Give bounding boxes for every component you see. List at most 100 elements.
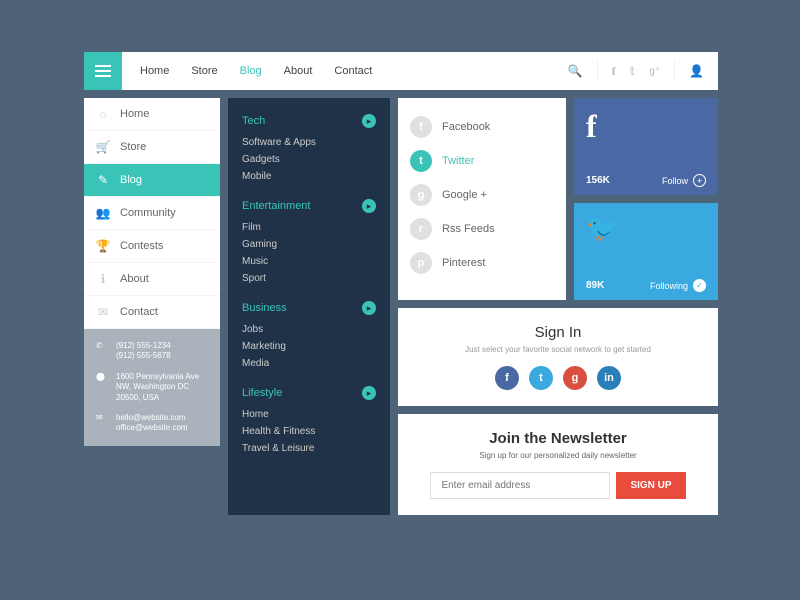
signin-linkedin-button[interactable]: in xyxy=(597,366,621,390)
contact-email: office@website.com xyxy=(116,423,188,433)
sidebar-item-home[interactable]: ⌂ Home xyxy=(84,98,220,131)
signin-title: Sign In xyxy=(414,324,702,341)
pinterest-icon: p xyxy=(410,252,432,274)
social-item-label: Pinterest xyxy=(442,257,485,269)
category-sub-item[interactable]: Jobs xyxy=(242,321,376,338)
contact-phone: (912) 555-5678 xyxy=(116,351,171,361)
signin-facebook-button[interactable]: f xyxy=(495,366,519,390)
category-sub-item[interactable]: Travel & Leisure xyxy=(242,440,376,457)
twitter-icon[interactable]: 𝕥 xyxy=(630,64,636,78)
sidebar-item-contact[interactable]: ✉ Contact xyxy=(84,296,220,329)
plus-icon: + xyxy=(693,174,706,187)
chevron-right-icon: ▸ xyxy=(362,386,376,400)
category-sub-item[interactable]: Home xyxy=(242,406,376,423)
hamburger-menu-button[interactable] xyxy=(84,52,122,90)
info-icon: ℹ xyxy=(96,272,110,286)
twitter-following-button[interactable]: Following ✓ xyxy=(650,279,706,292)
facebook-icon: f xyxy=(410,116,432,138)
newsletter-panel: Join the Newsletter Sign up for our pers… xyxy=(398,414,718,515)
topnav-item-blog[interactable]: Blog xyxy=(240,65,262,77)
category-sub-item[interactable]: Sport xyxy=(242,270,376,287)
category-sub-item[interactable]: Mobile xyxy=(242,168,376,185)
facebook-count: 156K xyxy=(586,175,610,186)
facebook-icon[interactable]: f xyxy=(612,64,616,79)
mail-icon: ✉ xyxy=(96,305,110,319)
sidebar-item-about[interactable]: ℹ About xyxy=(84,263,220,296)
twitter-card: 🐦 89K Following ✓ xyxy=(574,203,718,300)
category-header-entertainment[interactable]: Entertainment▸ xyxy=(242,199,376,213)
category-sub-item[interactable]: Gadgets xyxy=(242,151,376,168)
sidebar-item-label: Home xyxy=(120,108,149,120)
signin-googleplus-button[interactable]: g xyxy=(563,366,587,390)
people-icon: 👥 xyxy=(96,206,110,220)
newsletter-subtitle: Sign up for our personalized daily newsl… xyxy=(414,451,702,460)
facebook-follow-button[interactable]: Follow + xyxy=(662,174,706,187)
category-sub-item[interactable]: Health & Fitness xyxy=(242,423,376,440)
category-sub-item[interactable]: Media xyxy=(242,355,376,372)
social-item-label: Twitter xyxy=(442,155,474,167)
category-header-lifestyle[interactable]: Lifestyle▸ xyxy=(242,386,376,400)
social-item-google[interactable]: g Google + xyxy=(410,178,554,212)
category-panel: Tech▸ Software & AppsGadgetsMobile Enterta… xyxy=(228,98,390,515)
social-item-label: Google + xyxy=(442,189,487,201)
sidebar-item-community[interactable]: 👥 Community xyxy=(84,197,220,230)
contact-email: hello@website.com xyxy=(116,413,188,423)
google-icon: g xyxy=(410,184,432,206)
social-item-twitter[interactable]: t Twitter xyxy=(410,144,554,178)
newsletter-title: Join the Newsletter xyxy=(414,430,702,447)
divider xyxy=(597,61,598,81)
topnav-item-about[interactable]: About xyxy=(284,65,313,77)
sidebar-item-label: Store xyxy=(120,141,146,153)
user-icon[interactable]: 👤 xyxy=(689,64,704,78)
signin-panel: Sign In Just select your favorite social… xyxy=(398,308,718,406)
sidebar-item-label: About xyxy=(120,273,149,285)
contact-info-box: ✆ (912) 555-1234(912) 555-5678 ⬤ 1600 Pe… xyxy=(84,329,220,446)
category-sub-item[interactable]: Film xyxy=(242,219,376,236)
category-sub-item[interactable]: Music xyxy=(242,253,376,270)
contact-phone: (912) 555-1234 xyxy=(116,341,171,351)
social-item-facebook[interactable]: f Facebook xyxy=(410,110,554,144)
check-icon: ✓ xyxy=(693,279,706,292)
sidebar-item-label: Contact xyxy=(120,306,158,318)
social-item-rssfeeds[interactable]: rRss Feeds xyxy=(410,212,554,246)
cart-icon: 🛒 xyxy=(96,140,110,154)
twitter-icon: t xyxy=(410,150,432,172)
topnav-item-contact[interactable]: Contact xyxy=(334,65,372,77)
sidebar-item-store[interactable]: 🛒 Store xyxy=(84,131,220,164)
signin-subtitle: Just select your favorite social network… xyxy=(414,345,702,354)
social-item-label: Facebook xyxy=(442,121,490,133)
category-header-tech[interactable]: Tech▸ xyxy=(242,114,376,128)
chevron-right-icon: ▸ xyxy=(362,199,376,213)
signin-twitter-button[interactable]: t xyxy=(529,366,553,390)
category-sub-item[interactable]: Marketing xyxy=(242,338,376,355)
topnav-item-home[interactable]: Home xyxy=(140,65,169,77)
search-icon[interactable]: 🔍 xyxy=(568,64,583,78)
mail-icon: ✉ xyxy=(96,413,108,434)
social-item-pinterest[interactable]: p Pinterest xyxy=(410,246,554,280)
top-navbar: Home Store Blog About Contact 🔍 f 𝕥 g⁺ 👤 xyxy=(84,52,718,90)
category-header-business[interactable]: Business▸ xyxy=(242,301,376,315)
sidebar-item-label: Blog xyxy=(120,174,142,186)
chevron-right-icon: ▸ xyxy=(362,114,376,128)
newsletter-signup-button[interactable]: SIGN UP xyxy=(616,472,685,499)
facebook-icon: f xyxy=(586,108,706,145)
rssfeeds-icon: r xyxy=(410,218,432,240)
home-icon: ⌂ xyxy=(96,107,110,121)
edit-icon: ✎ xyxy=(96,173,110,187)
twitter-icon: 🐦 xyxy=(586,213,706,244)
divider xyxy=(674,61,675,81)
trophy-icon: 🏆 xyxy=(96,239,110,253)
googleplus-icon[interactable]: g⁺ xyxy=(649,66,660,77)
chevron-right-icon: ▸ xyxy=(362,301,376,315)
sidebar-item-contests[interactable]: 🏆 Contests xyxy=(84,230,220,263)
sidebar-item-label: Contests xyxy=(120,240,163,252)
phone-icon: ✆ xyxy=(96,341,108,362)
newsletter-email-input[interactable] xyxy=(430,472,610,499)
category-sub-item[interactable]: Gaming xyxy=(242,236,376,253)
twitter-count: 89K xyxy=(586,280,604,291)
sidebar-item-label: Community xyxy=(120,207,176,219)
sidebar-menu: ⌂ Home 🛒 Store ✎ Blog 👥 Community 🏆 Contests ℹ Abou… xyxy=(84,98,220,329)
category-sub-item[interactable]: Software & Apps xyxy=(242,134,376,151)
sidebar-item-blog[interactable]: ✎ Blog xyxy=(84,164,220,197)
topnav-item-store[interactable]: Store xyxy=(191,65,217,77)
